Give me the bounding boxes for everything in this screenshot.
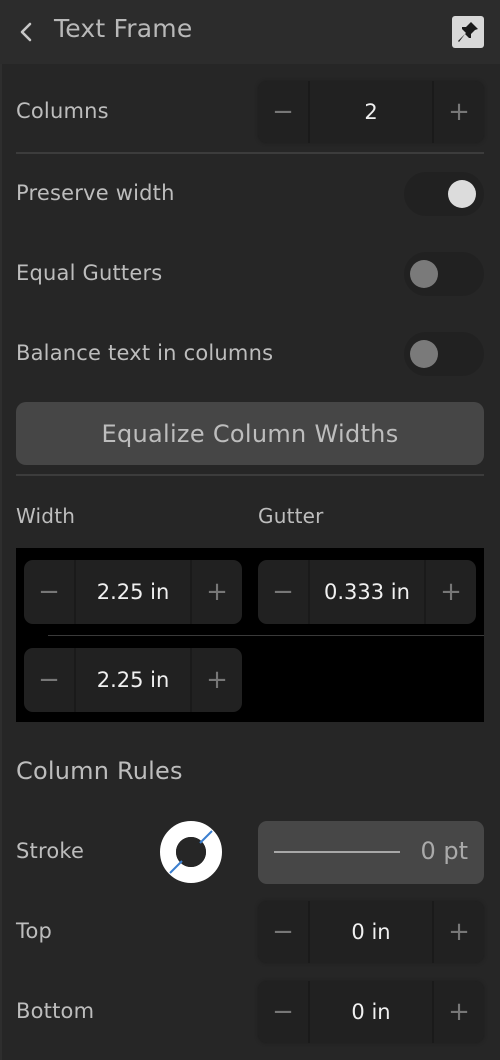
equalize-column-widths-button[interactable]: Equalize Column Widths xyxy=(16,402,484,465)
stroke-preview-line xyxy=(274,851,400,853)
width-increment-button[interactable]: + xyxy=(192,560,242,624)
top-stepper: − 0 in + xyxy=(258,901,484,963)
row-divider xyxy=(48,635,484,636)
column-2-width-stepper: − 2.25 in + xyxy=(24,648,242,712)
balance-text-toggle[interactable] xyxy=(404,332,484,376)
width-increment-button[interactable]: + xyxy=(192,648,242,712)
columns-decrement-button[interactable]: − xyxy=(258,81,308,143)
equal-gutters-toggle[interactable] xyxy=(404,252,484,296)
columns-value[interactable]: 2 xyxy=(308,81,434,143)
bottom-label: Bottom xyxy=(16,999,95,1023)
column-2-width-value[interactable]: 2.25 in xyxy=(74,648,192,712)
stroke-color-swatch-icon xyxy=(160,821,222,883)
preserve-width-toggle[interactable] xyxy=(404,172,484,216)
toggle-knob xyxy=(410,340,438,368)
gutter-1-stepper: − 0.333 in + xyxy=(258,560,476,624)
column-1-width-stepper: − 2.25 in + xyxy=(24,560,242,624)
equal-gutters-label: Equal Gutters xyxy=(16,261,163,285)
gutter-label: Gutter xyxy=(258,504,324,528)
top-value[interactable]: 0 in xyxy=(308,901,434,963)
balance-text-label: Balance text in columns xyxy=(16,341,274,365)
bottom-stepper: − 0 in + xyxy=(258,981,484,1043)
columns-stepper: − 2 + xyxy=(258,81,484,143)
panel-header: Text Frame xyxy=(0,0,500,64)
pin-button[interactable] xyxy=(452,16,484,48)
divider xyxy=(16,474,484,476)
toggle-knob xyxy=(448,180,476,208)
column-1-width-value[interactable]: 2.25 in xyxy=(74,560,192,624)
divider xyxy=(16,152,484,154)
panel-title: Text Frame xyxy=(54,14,193,43)
bottom-value[interactable]: 0 in xyxy=(308,981,434,1043)
toggle-knob xyxy=(410,260,438,288)
top-label: Top xyxy=(16,919,53,943)
bottom-decrement-button[interactable]: − xyxy=(258,981,308,1043)
gutter-decrement-button[interactable]: − xyxy=(258,560,308,624)
columns-label: Columns xyxy=(16,99,109,123)
pin-icon xyxy=(458,22,478,42)
stroke-label: Stroke xyxy=(16,839,85,863)
preserve-width-label: Preserve width xyxy=(16,181,175,205)
width-decrement-button[interactable]: − xyxy=(24,560,74,624)
stroke-width-value: 0 pt xyxy=(420,837,468,865)
back-button[interactable] xyxy=(18,18,40,46)
top-decrement-button[interactable]: − xyxy=(258,901,308,963)
columns-increment-button[interactable]: + xyxy=(434,81,484,143)
column-sizes-list: − 2.25 in + − 0.333 in + − 2.25 in + xyxy=(16,548,484,722)
bottom-increment-button[interactable]: + xyxy=(434,981,484,1043)
column-rules-heading: Column Rules xyxy=(16,757,183,785)
width-label: Width xyxy=(16,504,76,528)
stroke-width-field[interactable]: 0 pt xyxy=(258,821,484,884)
chevron-left-icon xyxy=(20,22,32,42)
stroke-color-button[interactable] xyxy=(160,821,222,883)
width-decrement-button[interactable]: − xyxy=(24,648,74,712)
top-increment-button[interactable]: + xyxy=(434,901,484,963)
gutter-1-value[interactable]: 0.333 in xyxy=(308,560,426,624)
gutter-increment-button[interactable]: + xyxy=(426,560,476,624)
